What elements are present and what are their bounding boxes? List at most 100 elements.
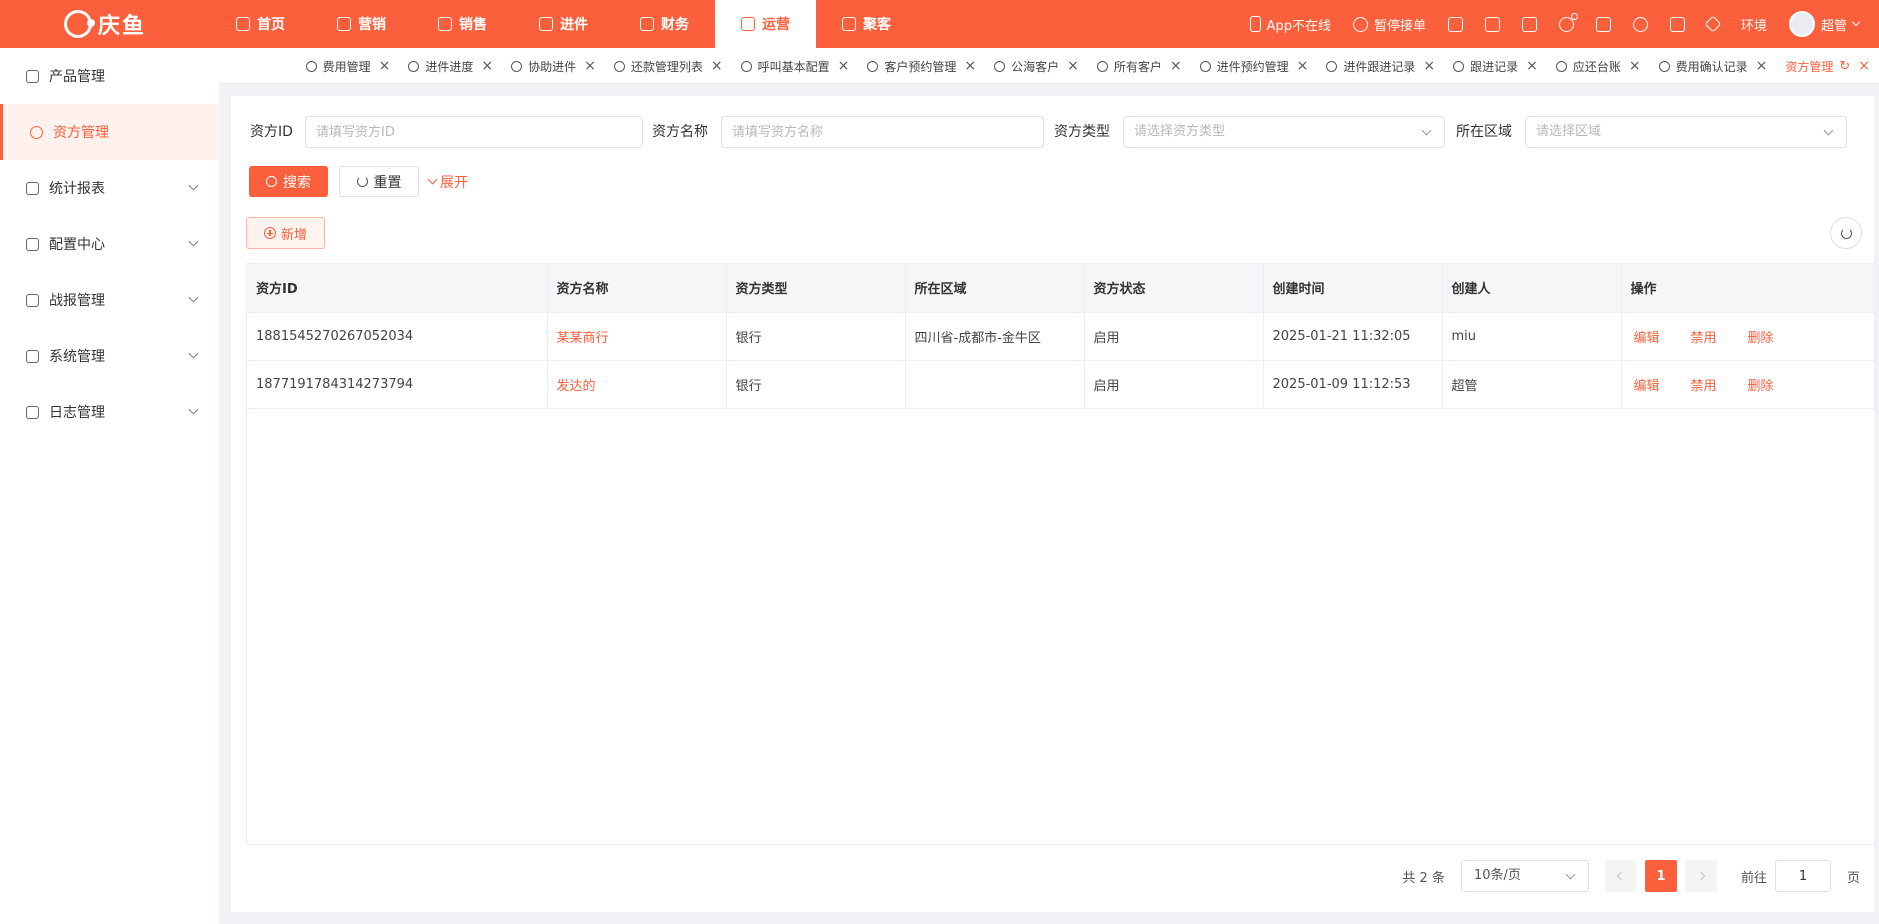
investor-name-input[interactable] xyxy=(721,116,1044,148)
page-suffix: 页 xyxy=(1846,870,1860,886)
topnav-item-5[interactable]: 运营 xyxy=(715,0,816,48)
close-icon[interactable]: × xyxy=(1629,58,1641,74)
close-icon[interactable]: × xyxy=(1297,58,1309,74)
table-row: 1881545270267052034 某某商行 银行 四川省-成都市-金牛区 启用 20… xyxy=(247,312,1876,361)
investor-id-label: 资方ID xyxy=(250,124,293,140)
bell-icon[interactable] xyxy=(1558,12,1578,32)
close-icon[interactable]: × xyxy=(379,58,391,74)
topnav-item-6[interactable]: 聚客 xyxy=(816,0,917,48)
close-icon[interactable]: × xyxy=(1858,58,1870,74)
fullscreen-icon[interactable] xyxy=(1595,16,1611,32)
sidebar-item-label: 统计报表 xyxy=(49,181,105,197)
close-icon[interactable]: × xyxy=(838,58,850,74)
tab-10[interactable]: 跟进记录 × xyxy=(1444,48,1547,83)
column-header: 操作 xyxy=(1621,264,1876,313)
lock-icon[interactable] xyxy=(1447,16,1463,32)
add-investor-button[interactable]: 新增 xyxy=(246,217,325,249)
tab-0[interactable]: 费用管理 × xyxy=(297,48,400,83)
refresh-icon[interactable]: ↻ xyxy=(1839,59,1850,74)
sidebar-item-6[interactable]: 日志管理 xyxy=(0,384,219,440)
close-icon[interactable]: × xyxy=(1756,58,1768,74)
operations-icon xyxy=(741,17,755,31)
region-select[interactable]: 请选择区域 xyxy=(1525,116,1847,148)
prev-page-button[interactable] xyxy=(1604,860,1637,892)
tab-3[interactable]: 还款管理列表 × xyxy=(605,48,732,83)
customers-icon xyxy=(842,17,856,31)
tab-1[interactable]: 进件进度 × xyxy=(399,48,502,83)
brand-logo[interactable]: 庆鱼 xyxy=(0,0,210,48)
topnav-item-0[interactable]: 首页 xyxy=(210,0,311,48)
topnav-item-4[interactable]: 财务 xyxy=(614,0,715,48)
tab-12[interactable]: 费用确认记录 × xyxy=(1650,48,1777,83)
table-row: 1877191784314273794 发达的 银行 启用 2025-01-09 11:… xyxy=(247,360,1876,409)
table-refresh-button[interactable] xyxy=(1830,217,1862,249)
menu-search-icon[interactable] xyxy=(1484,16,1500,32)
send-icon[interactable] xyxy=(1704,15,1722,33)
tab-7[interactable]: 所有客户 × xyxy=(1088,48,1191,83)
reset-button[interactable]: 重置 xyxy=(339,166,419,197)
topnav-item-3[interactable]: 进件 xyxy=(513,0,614,48)
env-button[interactable]: 环境 xyxy=(1741,15,1767,34)
expand-filters-button[interactable]: 展开 xyxy=(427,166,468,197)
topnav-label: 营销 xyxy=(358,17,386,33)
tab-8[interactable]: 进件预约管理 × xyxy=(1191,48,1318,83)
close-icon[interactable]: × xyxy=(481,58,493,74)
shirt-icon[interactable] xyxy=(1521,16,1537,32)
edit-button[interactable]: 编辑 xyxy=(1634,331,1660,346)
close-icon[interactable]: × xyxy=(1170,58,1182,74)
close-icon[interactable]: × xyxy=(711,58,723,74)
sidebar-item-label: 配置中心 xyxy=(49,237,105,253)
user-name: 超管 xyxy=(1820,18,1847,34)
page-number-button[interactable]: 1 xyxy=(1644,860,1677,892)
sidebar-item-5[interactable]: 系统管理 xyxy=(0,328,219,384)
sidebar-item-0[interactable]: 产品管理 xyxy=(0,48,219,104)
tab-2[interactable]: 协助进件 × xyxy=(502,48,605,83)
investor-id-input[interactable] xyxy=(305,116,643,148)
sidebar-item-1[interactable]: 资方管理 xyxy=(0,104,219,160)
disable-button[interactable]: 禁用 xyxy=(1691,331,1717,346)
home-icon xyxy=(236,17,250,31)
edit-button[interactable]: 编辑 xyxy=(1634,379,1660,394)
search-button[interactable]: 搜索 xyxy=(249,166,328,197)
tab-13[interactable]: 资方管理 ↻ × xyxy=(1776,48,1879,83)
expand-label: 展开 xyxy=(440,174,468,191)
sidebar-item-3[interactable]: 配置中心 xyxy=(0,216,219,272)
briefcase-icon[interactable] xyxy=(1669,16,1685,32)
delete-button[interactable]: 删除 xyxy=(1748,331,1774,346)
investor-type-select[interactable]: 请选择资方类型 xyxy=(1123,116,1445,148)
topnav-item-1[interactable]: 营销 xyxy=(311,0,412,48)
tab-icon xyxy=(1453,60,1465,72)
cell-actions: 编辑 禁用 删除 xyxy=(1621,360,1876,409)
next-page-button[interactable] xyxy=(1684,860,1717,892)
tab-5[interactable]: 客户预约管理 × xyxy=(858,48,985,83)
user-menu[interactable]: 超管 xyxy=(1788,11,1861,37)
topnav-item-2[interactable]: 销售 xyxy=(412,0,513,48)
goto-page-input[interactable] xyxy=(1774,860,1831,892)
sidebar-item-2[interactable]: 统计报表 xyxy=(0,160,219,216)
tab-6[interactable]: 公海客户 × xyxy=(985,48,1088,83)
tab-icon xyxy=(408,60,420,72)
pause-orders-button[interactable]: 暂停接单 xyxy=(1352,15,1426,34)
close-icon[interactable]: × xyxy=(964,58,976,74)
tab-icon xyxy=(1199,60,1211,72)
page-size-select[interactable]: 10条/页 xyxy=(1460,860,1589,892)
delete-button[interactable]: 删除 xyxy=(1748,379,1774,394)
close-icon[interactable]: × xyxy=(1526,58,1538,74)
tab-9[interactable]: 进件跟进记录 × xyxy=(1317,48,1444,83)
sidebar-item-4[interactable]: 战报管理 xyxy=(0,272,219,328)
tab-label: 还款管理列表 xyxy=(630,59,703,74)
tab-11[interactable]: 应还台账 × xyxy=(1547,48,1650,83)
close-icon[interactable]: × xyxy=(1423,58,1435,74)
chevron-down-icon xyxy=(427,174,438,185)
table-header-row: 资方ID 资方名称 资方类型 所在区域 资方状态 创建时间 创建人 操作 xyxy=(247,264,1876,313)
tab-icon xyxy=(1096,60,1108,72)
cell-name[interactable]: 发达的 xyxy=(547,360,727,409)
close-icon[interactable]: × xyxy=(1067,58,1079,74)
search-icon[interactable] xyxy=(1632,16,1648,32)
tab-icon xyxy=(1658,60,1670,72)
tab-4[interactable]: 呼叫基本配置 × xyxy=(732,48,859,83)
app-status-button[interactable]: App不在线 xyxy=(1249,15,1331,34)
disable-button[interactable]: 禁用 xyxy=(1691,379,1717,394)
cell-name[interactable]: 某某商行 xyxy=(547,312,727,361)
close-icon[interactable]: × xyxy=(584,58,596,74)
